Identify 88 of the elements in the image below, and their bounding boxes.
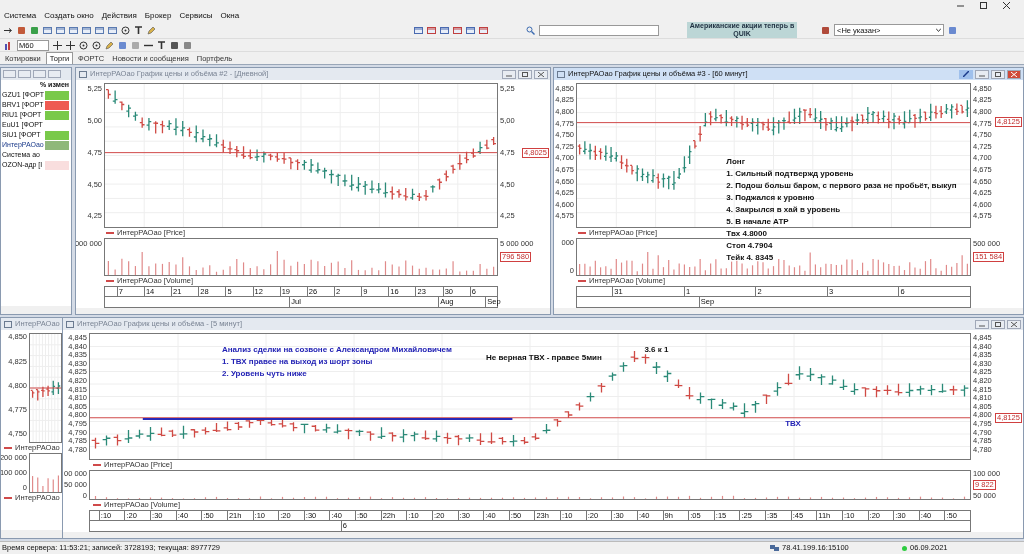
menu-item[interactable]: Система xyxy=(4,10,37,22)
square-icon[interactable] xyxy=(183,40,192,50)
legend-line-icon xyxy=(4,447,12,449)
text-icon[interactable] xyxy=(157,40,166,50)
text-icon[interactable] xyxy=(134,25,143,35)
legend-line-icon xyxy=(106,280,114,282)
legend-line-icon xyxy=(93,464,101,466)
circle-icon[interactable] xyxy=(121,25,130,35)
annotation-text: 1. ТВХ правее на выход из шорт зоны xyxy=(222,356,374,368)
menu-item[interactable]: Брокер xyxy=(144,10,172,22)
close-icon xyxy=(1011,71,1017,77)
close-icon xyxy=(1011,321,1017,327)
window-icon xyxy=(4,320,12,328)
menu-item[interactable]: Сервисы xyxy=(179,10,213,22)
legend-line-icon xyxy=(93,504,101,506)
volume-bars-drawing xyxy=(31,474,59,492)
window-icon xyxy=(557,70,565,78)
crosshair-icon[interactable] xyxy=(53,40,62,50)
annotation-text: ТВХ xyxy=(785,417,801,430)
window-button[interactable] xyxy=(33,70,46,78)
search-field[interactable] xyxy=(539,24,659,36)
annotation-text: 3. Поджался к уровню xyxy=(726,191,816,204)
annotation-text: 4. Закрылся в хай в уровень xyxy=(726,203,842,216)
price-bars-drawing xyxy=(30,380,61,402)
menu-item[interactable]: Действия xyxy=(101,10,137,22)
annotation-text: 5. В начале АТР xyxy=(726,215,790,228)
bar-chart-icon[interactable] xyxy=(4,40,13,50)
square-icon[interactable] xyxy=(17,25,26,35)
search-icon[interactable] xyxy=(526,25,535,35)
close-icon xyxy=(538,71,544,77)
window-icon[interactable] xyxy=(95,25,104,35)
menu-item[interactable]: Окна xyxy=(220,10,240,22)
annotation-text: Не верная ТВХ - правее 5мин xyxy=(486,351,602,364)
annotation-text: 3.6 к 1 xyxy=(644,344,669,356)
legend-line-icon xyxy=(106,232,114,234)
pin-button[interactable] xyxy=(959,69,973,79)
legend-line-icon xyxy=(578,280,586,282)
caret-icon xyxy=(936,28,941,32)
window-icon xyxy=(66,320,74,328)
close-icon[interactable] xyxy=(1003,1,1010,9)
legend-line-icon xyxy=(578,232,586,234)
window-icon[interactable] xyxy=(69,25,78,35)
window-icon[interactable] xyxy=(479,25,488,35)
circle-icon[interactable] xyxy=(79,40,88,50)
window-button[interactable] xyxy=(3,70,16,78)
maximize-icon[interactable] xyxy=(980,1,987,9)
maximize-button[interactable] xyxy=(991,319,1005,329)
circle-icon[interactable] xyxy=(92,40,101,50)
annotation-text: 1. Сильный подтвержд уровень xyxy=(726,167,855,180)
close-button[interactable] xyxy=(534,69,548,79)
pencil-icon[interactable] xyxy=(105,40,114,50)
maximize-icon xyxy=(995,71,1001,77)
menu-item[interactable]: Создать окно xyxy=(44,10,94,22)
network-icon xyxy=(770,544,779,552)
annotation-text: Стоп 4.7904 xyxy=(726,239,774,252)
window-icon[interactable] xyxy=(414,25,423,35)
maximize-icon xyxy=(522,71,528,77)
maximize-button[interactable] xyxy=(518,69,532,79)
annotation-text: Тейк 4. 8345 xyxy=(726,251,775,264)
window-icon[interactable] xyxy=(453,25,462,35)
annotation-text: 2. Уровень чуть ниже xyxy=(222,368,308,380)
arrow-icon[interactable] xyxy=(4,25,13,35)
window-icon[interactable] xyxy=(108,25,117,35)
annotation-text: Твх 4.8000 xyxy=(726,227,768,240)
window-icon[interactable] xyxy=(427,25,436,35)
window-icon[interactable] xyxy=(440,25,449,35)
window-icon[interactable] xyxy=(43,25,52,35)
annotation-text: 2. Подош больш баром, с первого раза не пробьёт, выкуп xyxy=(726,179,957,192)
square-icon[interactable] xyxy=(170,40,179,50)
window-icon[interactable] xyxy=(82,25,91,35)
maximize-icon xyxy=(995,321,1001,327)
square-icon[interactable] xyxy=(118,40,127,50)
legend-line-icon xyxy=(4,497,12,499)
square-icon[interactable] xyxy=(30,25,39,35)
window-icon[interactable] xyxy=(56,25,65,35)
window-icon[interactable] xyxy=(466,25,475,35)
window-button[interactable] xyxy=(18,70,31,78)
pencil-icon xyxy=(963,71,969,77)
window-button[interactable] xyxy=(48,70,61,78)
crosshair-icon[interactable] xyxy=(66,40,75,50)
level-line xyxy=(30,387,61,389)
square-icon[interactable] xyxy=(948,25,957,35)
annotation-text: Анализ сделки на созвоне с Александром Михайловичем xyxy=(222,344,452,356)
close-button[interactable] xyxy=(1007,319,1021,329)
window-icon xyxy=(79,70,87,78)
maximize-button[interactable] xyxy=(991,69,1005,79)
annotation-text: Лонг xyxy=(726,155,746,168)
close-button[interactable] xyxy=(1007,69,1021,79)
